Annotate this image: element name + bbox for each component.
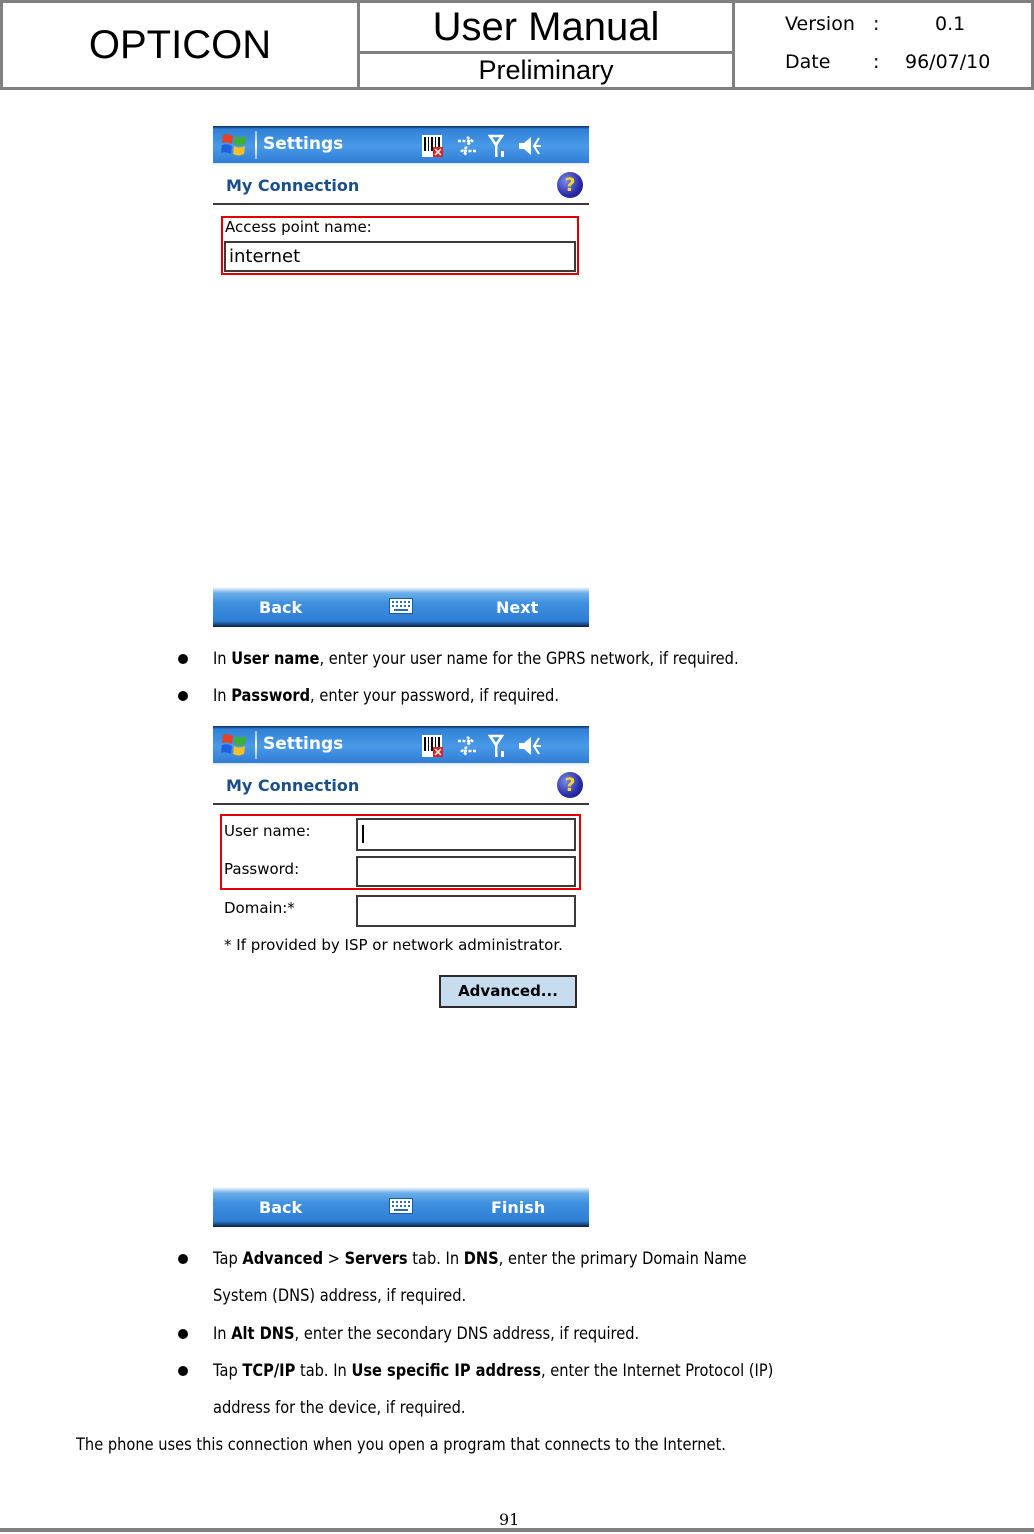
title-bar: Settings [213,126,589,166]
instruction-tcp-ip-continued: address for the device, if required. [213,1398,466,1418]
instruction-dns-continued: System (DNS) address, if required. [213,1286,467,1306]
app-title: Settings [263,734,344,754]
password-label: Password: [224,860,300,878]
next-softkey[interactable]: Next [496,598,538,617]
barcode-scanner-off-icon[interactable] [421,733,445,759]
domain-label: Domain:* [224,899,295,917]
page-number: 91 [499,1510,520,1529]
closing-paragraph: The phone uses this connection when you … [76,1435,726,1455]
connectivity-arrows-icon[interactable] [455,733,479,759]
phone-screenshot-access-point: Settings My Connection ? Access point na… [213,126,589,627]
document-header: OPTICON User Manual Preliminary Version … [0,0,1034,90]
brand-name: OPTICON [3,3,360,87]
instruction-tcp-ip: Tap TCP/IP tab. In Use specific IP addre… [213,1361,774,1381]
version-value: 0.1 [935,13,966,35]
date-separator: : [873,51,880,73]
user-name-input[interactable] [356,818,576,851]
signal-antenna-icon[interactable] [487,733,509,759]
keyboard-icon[interactable] [389,598,413,614]
title-bar: Settings [213,726,589,766]
bullet-icon [178,1254,188,1264]
heading-divider [213,203,589,205]
app-title: Settings [263,134,344,154]
finish-softkey[interactable]: Finish [491,1198,545,1217]
instruction-dns: Tap Advanced > Servers tab. In DNS, ente… [213,1249,747,1269]
document-title: User Manual [360,3,735,54]
windows-start-icon[interactable] [220,732,248,758]
text-caret [362,825,364,843]
help-icon[interactable]: ? [557,172,583,198]
advanced-button[interactable]: Advanced... [439,975,577,1008]
bullet-icon [178,1329,188,1339]
version-separator: : [873,13,880,35]
password-input[interactable] [356,856,576,887]
windows-start-icon[interactable] [220,132,248,158]
instruction-user-name: In User name, enter your user name for t… [213,649,739,669]
date-value: 96/07/10 [905,51,991,73]
bullet-icon [178,654,188,664]
barcode-scanner-off-icon[interactable] [421,133,445,159]
title-separator [255,731,257,759]
instruction-password: In Password, enter your password, if req… [213,686,559,706]
signal-antenna-icon[interactable] [487,133,509,159]
back-softkey[interactable]: Back [259,598,302,617]
version-label: Version [785,13,855,35]
document-status: Preliminary [360,54,735,87]
bullet-icon [178,691,188,701]
footer-divider [0,1528,1034,1532]
keyboard-icon[interactable] [389,1198,413,1214]
title-separator [255,131,257,159]
footnote-text: * If provided by ISP or network administ… [224,936,563,954]
access-point-label: Access point name: [225,218,372,236]
instruction-alt-dns: In Alt DNS, enter the secondary DNS addr… [213,1324,640,1344]
domain-input[interactable] [356,895,576,927]
softkey-bar: Back Finish [213,1187,589,1227]
bullet-icon [178,1366,188,1376]
speaker-volume-icon[interactable] [517,733,543,759]
heading-divider [213,803,589,805]
softkey-bar: Back Next [213,587,589,627]
connectivity-arrows-icon[interactable] [455,133,479,159]
phone-screenshot-credentials: Settings My Connection ? User name: Pass… [213,726,589,1227]
help-icon[interactable]: ? [557,772,583,798]
back-softkey[interactable]: Back [259,1198,302,1217]
date-label: Date [785,51,831,73]
screen-heading: My Connection [226,776,360,795]
speaker-volume-icon[interactable] [517,133,543,159]
user-name-label: User name: [224,822,311,840]
screen-heading: My Connection [226,176,360,195]
access-point-input[interactable]: internet [224,241,576,272]
